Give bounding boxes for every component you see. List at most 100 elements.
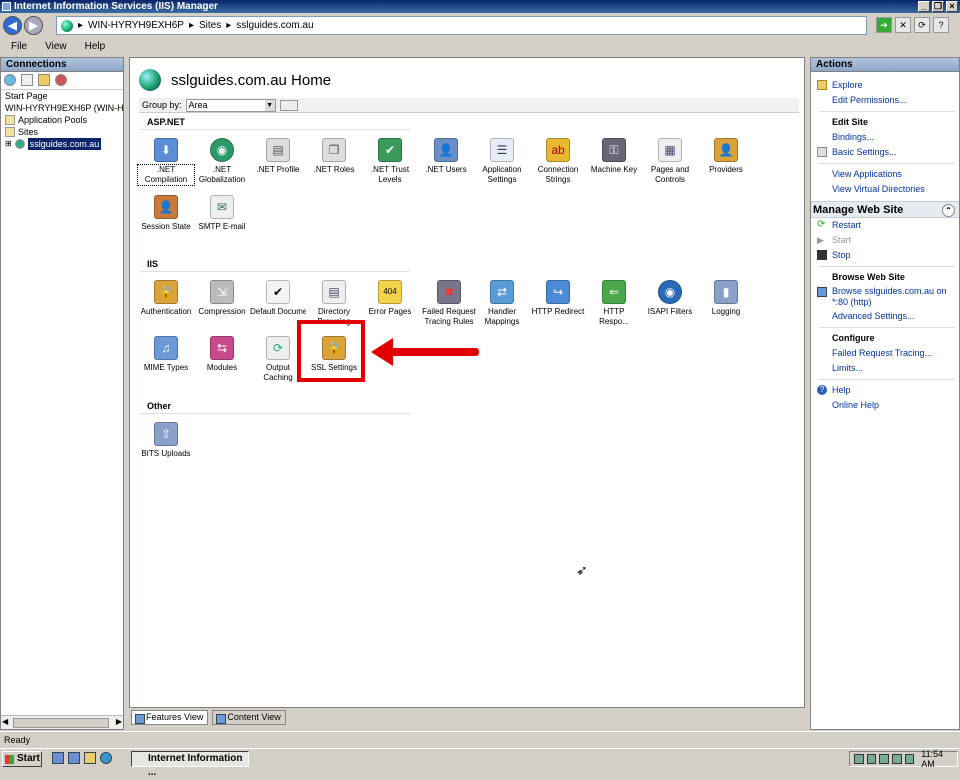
action-stop[interactable]: Stop — [815, 248, 959, 263]
action-limits[interactable]: Limits... — [815, 361, 959, 376]
connect-icon[interactable] — [4, 74, 16, 86]
action-view-virtual-directories[interactable]: View Virtual Directories — [815, 182, 959, 197]
feature-net-globalization[interactable]: ◉ .NET Globalization — [194, 138, 250, 185]
feature-label: Failed Request Tracing Rules — [422, 307, 476, 326]
powershell-icon[interactable] — [68, 752, 80, 764]
action-label: Limits... — [832, 363, 864, 373]
feature-net-trust-levels[interactable]: ✔ .NET Trust Levels — [362, 138, 418, 185]
session-icon: 👤 — [154, 195, 178, 219]
feature-net-compilation[interactable]: ⬇ .NET Compilation — [137, 138, 195, 186]
section-other: Other — [147, 401, 172, 411]
tab-content-view[interactable]: Content View — [212, 710, 286, 725]
feature-logging[interactable]: ▮ Logging — [698, 280, 754, 317]
taskbar-item-iis[interactable]: Internet Information ... — [131, 751, 249, 778]
feature-net-users[interactable]: 👤 .NET Users — [418, 138, 474, 175]
action-edit-permissions[interactable]: Edit Permissions... — [815, 93, 959, 108]
scroll-thumb[interactable] — [13, 718, 109, 728]
back-button[interactable]: ◀ — [3, 16, 22, 35]
breadcrumb-sites[interactable]: Sites — [199, 20, 221, 31]
disconnect-icon[interactable] — [55, 74, 67, 86]
feature-net-roles[interactable]: ❐ .NET Roles — [306, 138, 362, 175]
action-failed-request-tracing[interactable]: Failed Request Tracing... — [815, 346, 959, 361]
tree-start-page[interactable]: Start Page — [5, 90, 123, 102]
tab-features-view[interactable]: Features View — [131, 710, 209, 725]
feature-http-redirect[interactable]: ↪ HTTP Redirect — [530, 280, 586, 317]
settings-list-icon: ☰ — [490, 138, 514, 162]
feature-modules[interactable]: ⇆ Modules — [194, 336, 250, 373]
menu-file[interactable]: File — [11, 38, 27, 56]
action-basic-settings[interactable]: Basic Settings... — [815, 145, 959, 160]
feature-compression[interactable]: ⇲ Compression — [194, 280, 250, 317]
tree-application-pools[interactable]: Application Pools — [5, 114, 123, 126]
feature-isapi-filters[interactable]: ◉ ISAPI Filters — [642, 280, 698, 317]
action-restart[interactable]: ⟳ Restart — [815, 218, 959, 233]
tree-sites[interactable]: Sites — [5, 126, 123, 138]
speaker-icon[interactable] — [891, 754, 902, 764]
scroll-right-icon[interactable]: ▶ — [116, 717, 122, 726]
feature-label: Providers — [709, 165, 743, 174]
feature-bits-uploads[interactable]: ⇧ BITS Uploads — [138, 422, 194, 459]
feature-label: Connection Strings — [537, 165, 579, 184]
go-icon[interactable]: ➜ — [876, 17, 892, 33]
collapse-icon[interactable]: ⌃ — [942, 204, 955, 217]
menu-view[interactable]: View — [45, 38, 67, 56]
action-online-help[interactable]: Online Help — [815, 398, 959, 413]
feature-handler-mappings[interactable]: ⇄ Handler Mappings — [474, 280, 530, 327]
refresh-icon[interactable]: ⟳ — [914, 17, 930, 33]
feature-failed-request-tracing[interactable]: ✖ Failed Request Tracing Rules — [418, 280, 480, 327]
heading-manage-web-site[interactable]: Manage Web Site ⌃ — [811, 201, 959, 218]
action-label: Bindings... — [832, 132, 875, 142]
action-bindings[interactable]: Bindings... — [815, 130, 959, 145]
tray-icon[interactable] — [879, 754, 889, 764]
tree-site-sslguides[interactable]: ⊞ sslguides.com.au — [5, 138, 123, 150]
network-icon[interactable] — [904, 754, 915, 764]
feature-label: Session State — [141, 222, 191, 231]
action-view-applications[interactable]: View Applications — [815, 167, 959, 182]
feature-smtp-email[interactable]: ✉ SMTP E-mail — [194, 195, 250, 232]
feature-providers[interactable]: 👤 Providers — [698, 138, 754, 175]
explorer-icon[interactable] — [84, 752, 96, 764]
save-icon[interactable] — [21, 74, 33, 86]
action-browse-site[interactable]: Browse sslguides.com.au on *:80 (http) — [815, 285, 959, 309]
globe-icon — [61, 19, 73, 32]
breadcrumb-site[interactable]: sslguides.com.au — [236, 20, 313, 31]
server-manager-icon[interactable] — [52, 752, 64, 764]
breadcrumb-server[interactable]: WIN-HYRYH9EXH6P — [88, 20, 184, 31]
feature-net-profile[interactable]: ▤ .NET Profile — [250, 138, 306, 175]
feature-connection-strings[interactable]: ab Connection Strings — [530, 138, 586, 185]
view-mode-icon[interactable] — [279, 99, 298, 111]
feature-pages-and-controls[interactable]: ▦ Pages and Controls — [642, 138, 698, 185]
menu-help[interactable]: Help — [85, 38, 106, 56]
feature-label: Output Caching — [263, 363, 293, 382]
action-help[interactable]: ? Help — [815, 383, 959, 398]
title-bar: Internet Information Services (IIS) Mana… — [0, 0, 960, 13]
tree-server[interactable]: WIN-HYRYH9EXH6P (WIN-HYRYH — [5, 102, 123, 114]
internet-explorer-icon[interactable] — [100, 752, 112, 764]
restore-button[interactable]: ❐ — [932, 1, 944, 12]
tray-icon[interactable] — [866, 754, 877, 764]
feature-mime-types[interactable]: ♫ MIME Types — [138, 336, 194, 373]
connections-scrollbar[interactable]: ◀ ▶ — [1, 715, 123, 729]
expand-icon[interactable]: ⊞ — [5, 138, 12, 150]
help-icon[interactable]: ? — [933, 17, 949, 33]
feature-authentication[interactable]: 🔒 Authentication — [138, 280, 194, 317]
group-by-value: Area — [188, 99, 208, 110]
action-start[interactable]: ▶ Start — [815, 233, 959, 248]
group-by-select[interactable]: Area ▼ — [185, 98, 276, 112]
feature-session-state[interactable]: 👤 Session State — [138, 195, 194, 232]
action-advanced-settings[interactable]: Advanced Settings... — [815, 309, 959, 324]
close-button[interactable]: × — [946, 1, 958, 12]
action-explore[interactable]: Explore — [815, 78, 959, 93]
feature-application-settings[interactable]: ☰ Application Settings — [474, 138, 530, 185]
tray-icon[interactable] — [854, 754, 864, 764]
address-bar[interactable]: ▸ WIN-HYRYH9EXH6P ▸ Sites ▸ sslguides.co… — [56, 16, 867, 35]
start-button[interactable]: Start — [2, 751, 42, 767]
scroll-left-icon[interactable]: ◀ — [2, 717, 8, 726]
minimize-button[interactable]: _ — [918, 1, 930, 12]
stop-nav-icon[interactable]: ✕ — [895, 17, 911, 33]
feature-http-response-headers[interactable]: ⇐ HTTP Respo... — [586, 280, 642, 327]
feature-error-pages[interactable]: 404 Error Pages — [362, 280, 418, 317]
up-folder-icon[interactable] — [38, 74, 50, 86]
forward-button[interactable]: ▶ — [24, 16, 43, 35]
feature-machine-key[interactable]: ⚿ Machine Key — [586, 138, 642, 175]
